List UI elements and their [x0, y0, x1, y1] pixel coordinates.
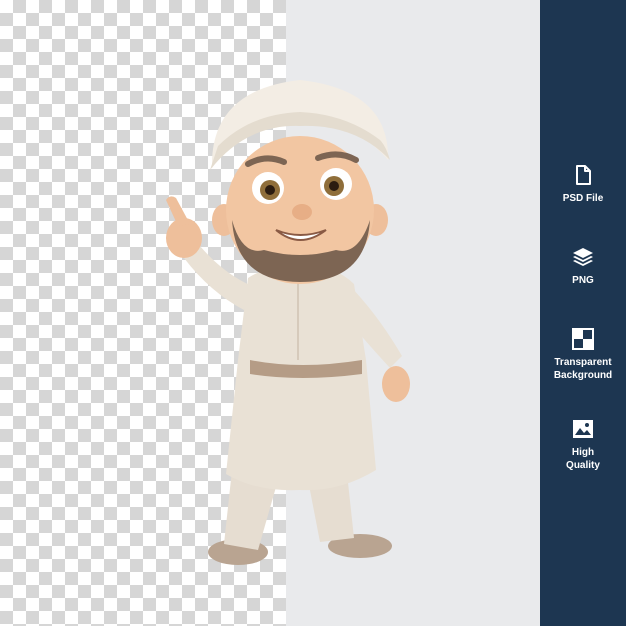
- character-illustration: [166, 80, 410, 565]
- feature-label: Transparent Background: [553, 357, 613, 381]
- feature-label: PNG: [572, 275, 594, 286]
- file-icon: [576, 165, 591, 185]
- image-icon: [573, 420, 593, 438]
- feature-high-quality: High Quality: [540, 418, 626, 472]
- product-preview: [0, 0, 540, 626]
- feature-png: PNG: [540, 246, 626, 287]
- feature-label: PSD File: [562, 193, 604, 204]
- transparency-icon: [572, 328, 594, 350]
- feature-psd-file: PSD File: [540, 164, 626, 205]
- feature-transparent-background: Transparent Background: [540, 328, 626, 382]
- layers-icon: [573, 248, 593, 266]
- features-sidebar: PSD File PNG Transparent Background High…: [540, 0, 626, 626]
- feature-label: High Quality: [566, 447, 600, 471]
